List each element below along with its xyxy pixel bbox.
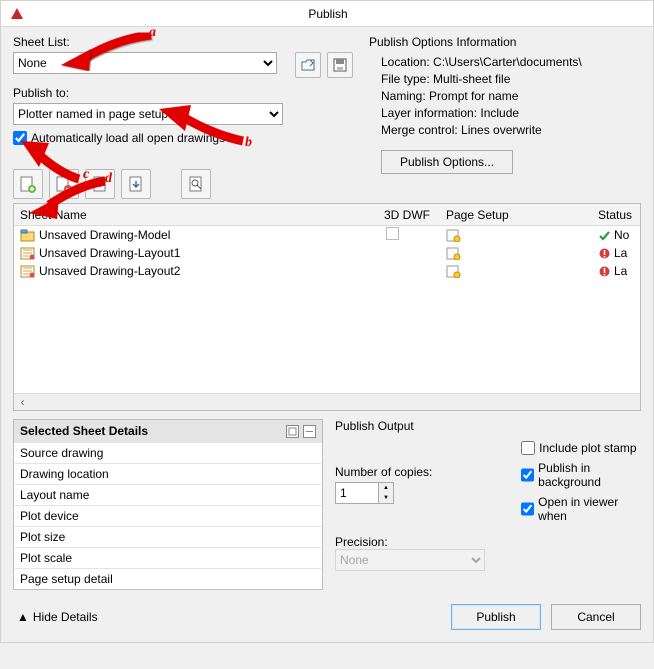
details-collapse-icon[interactable] <box>303 425 316 438</box>
add-sheets-button[interactable] <box>13 169 43 199</box>
status-icon <box>598 265 611 278</box>
detail-row: Page setup detail <box>14 568 322 589</box>
open-in-viewer-label: Open in viewer when <box>538 495 641 523</box>
dwf-checkbox[interactable] <box>386 227 399 240</box>
sheet-icon <box>20 247 35 260</box>
move-sheet-up-button[interactable] <box>85 169 115 199</box>
details-expand-icon[interactable] <box>286 425 299 438</box>
sheet-name-cell: Unsaved Drawing-Layout1 <box>39 246 180 260</box>
preview-button[interactable] <box>181 169 211 199</box>
header-sheet-name[interactable]: Sheet Name <box>14 208 384 222</box>
header-page-setup[interactable]: Page Setup <box>446 208 596 222</box>
cancel-button[interactable]: Cancel <box>551 604 641 630</box>
num-copies-label: Number of copies: <box>335 465 511 479</box>
scroll-left-icon[interactable]: ‹ <box>14 394 31 411</box>
sheet-name-cell: Unsaved Drawing-Model <box>39 228 170 242</box>
publish-to-combo[interactable]: Plotter named in page setup <box>13 103 283 125</box>
hide-details-label: Hide Details <box>33 610 98 624</box>
detail-row: Plot device <box>14 505 322 526</box>
save-sheet-set-button[interactable] <box>327 52 353 78</box>
title-bar: Publish <box>1 1 653 27</box>
info-naming: Naming: Prompt for name <box>381 89 641 103</box>
precision-combo: None <box>335 549 485 571</box>
status-icon <box>598 247 611 260</box>
page-setup-icon <box>446 247 461 260</box>
publish-output-panel: Publish Output Number of copies: ▲ ▼ <box>335 419 641 590</box>
spin-down-icon[interactable]: ▼ <box>379 493 393 503</box>
load-sheet-set-button[interactable] <box>295 52 321 78</box>
auto-load-label: Automatically load all open drawings <box>31 131 225 145</box>
detail-row: Source drawing <box>14 442 322 463</box>
publish-options-info-title: Publish Options Information <box>369 35 641 49</box>
info-file-type: File type: Multi-sheet file <box>381 72 641 86</box>
status-text: La <box>614 246 627 260</box>
table-header: Sheet Name 3D DWF Page Setup Status <box>14 204 640 226</box>
page-setup-icon <box>446 265 461 278</box>
sheet-name-cell: Unsaved Drawing-Layout2 <box>39 264 180 278</box>
selected-sheet-details-panel: Selected Sheet Details Source drawingDra… <box>13 419 323 590</box>
info-merge: Merge control: Lines overwrite <box>381 123 641 137</box>
status-text: No <box>614 228 629 242</box>
chevron-up-icon: ▲ <box>17 610 29 624</box>
publish-output-title: Publish Output <box>335 419 641 433</box>
sheet-icon <box>20 229 35 242</box>
page-setup-icon <box>446 229 461 242</box>
sheet-list-label: Sheet List: <box>13 35 353 49</box>
detail-row: Plot size <box>14 526 322 547</box>
hide-details-toggle[interactable]: ▲ Hide Details <box>17 610 98 624</box>
remove-sheets-button[interactable] <box>49 169 79 199</box>
num-copies-input[interactable] <box>335 482 379 504</box>
details-title: Selected Sheet Details <box>20 424 148 438</box>
publish-in-background-checkbox[interactable] <box>521 468 534 482</box>
publish-dialog: Publish Sheet List: None <box>0 0 654 643</box>
publish-button[interactable]: Publish <box>451 604 541 630</box>
autocad-app-icon <box>7 4 27 24</box>
precision-label: Precision: <box>335 535 641 549</box>
sheet-list-combo[interactable]: None <box>13 52 277 74</box>
detail-row: Layout name <box>14 484 322 505</box>
spin-up-icon[interactable]: ▲ <box>379 483 393 493</box>
publish-options-button[interactable]: Publish Options... <box>381 150 513 174</box>
window-title: Publish <box>33 7 623 21</box>
table-horizontal-scrollbar[interactable]: ‹ <box>14 393 640 410</box>
open-in-viewer-checkbox[interactable] <box>521 502 534 516</box>
info-location: Location: C:\Users\Carter\documents\ <box>381 55 641 69</box>
publish-to-label: Publish to: <box>13 86 353 100</box>
include-plot-stamp-label: Include plot stamp <box>539 441 636 455</box>
table-row[interactable]: Unsaved Drawing-Model No <box>14 226 640 244</box>
publish-in-background-label: Publish in background <box>538 461 641 489</box>
status-text: La <box>614 264 627 278</box>
header-3d-dwf[interactable]: 3D DWF <box>384 208 446 222</box>
sheet-icon <box>20 265 35 278</box>
header-status[interactable]: Status <box>596 208 640 222</box>
move-sheet-down-button[interactable] <box>121 169 151 199</box>
info-layer: Layer information: Include <box>381 106 641 120</box>
auto-load-checkbox[interactable] <box>13 131 27 145</box>
table-row[interactable]: Unsaved Drawing-Layout2 La <box>14 262 640 280</box>
include-plot-stamp-checkbox[interactable] <box>521 441 535 455</box>
status-icon <box>598 229 611 242</box>
detail-row: Drawing location <box>14 463 322 484</box>
table-row[interactable]: Unsaved Drawing-Layout1 La <box>14 244 640 262</box>
sheet-table: Sheet Name 3D DWF Page Setup Status Unsa… <box>13 203 641 411</box>
num-copies-spinner[interactable]: ▲ ▼ <box>379 482 394 504</box>
detail-row: Plot scale <box>14 547 322 568</box>
